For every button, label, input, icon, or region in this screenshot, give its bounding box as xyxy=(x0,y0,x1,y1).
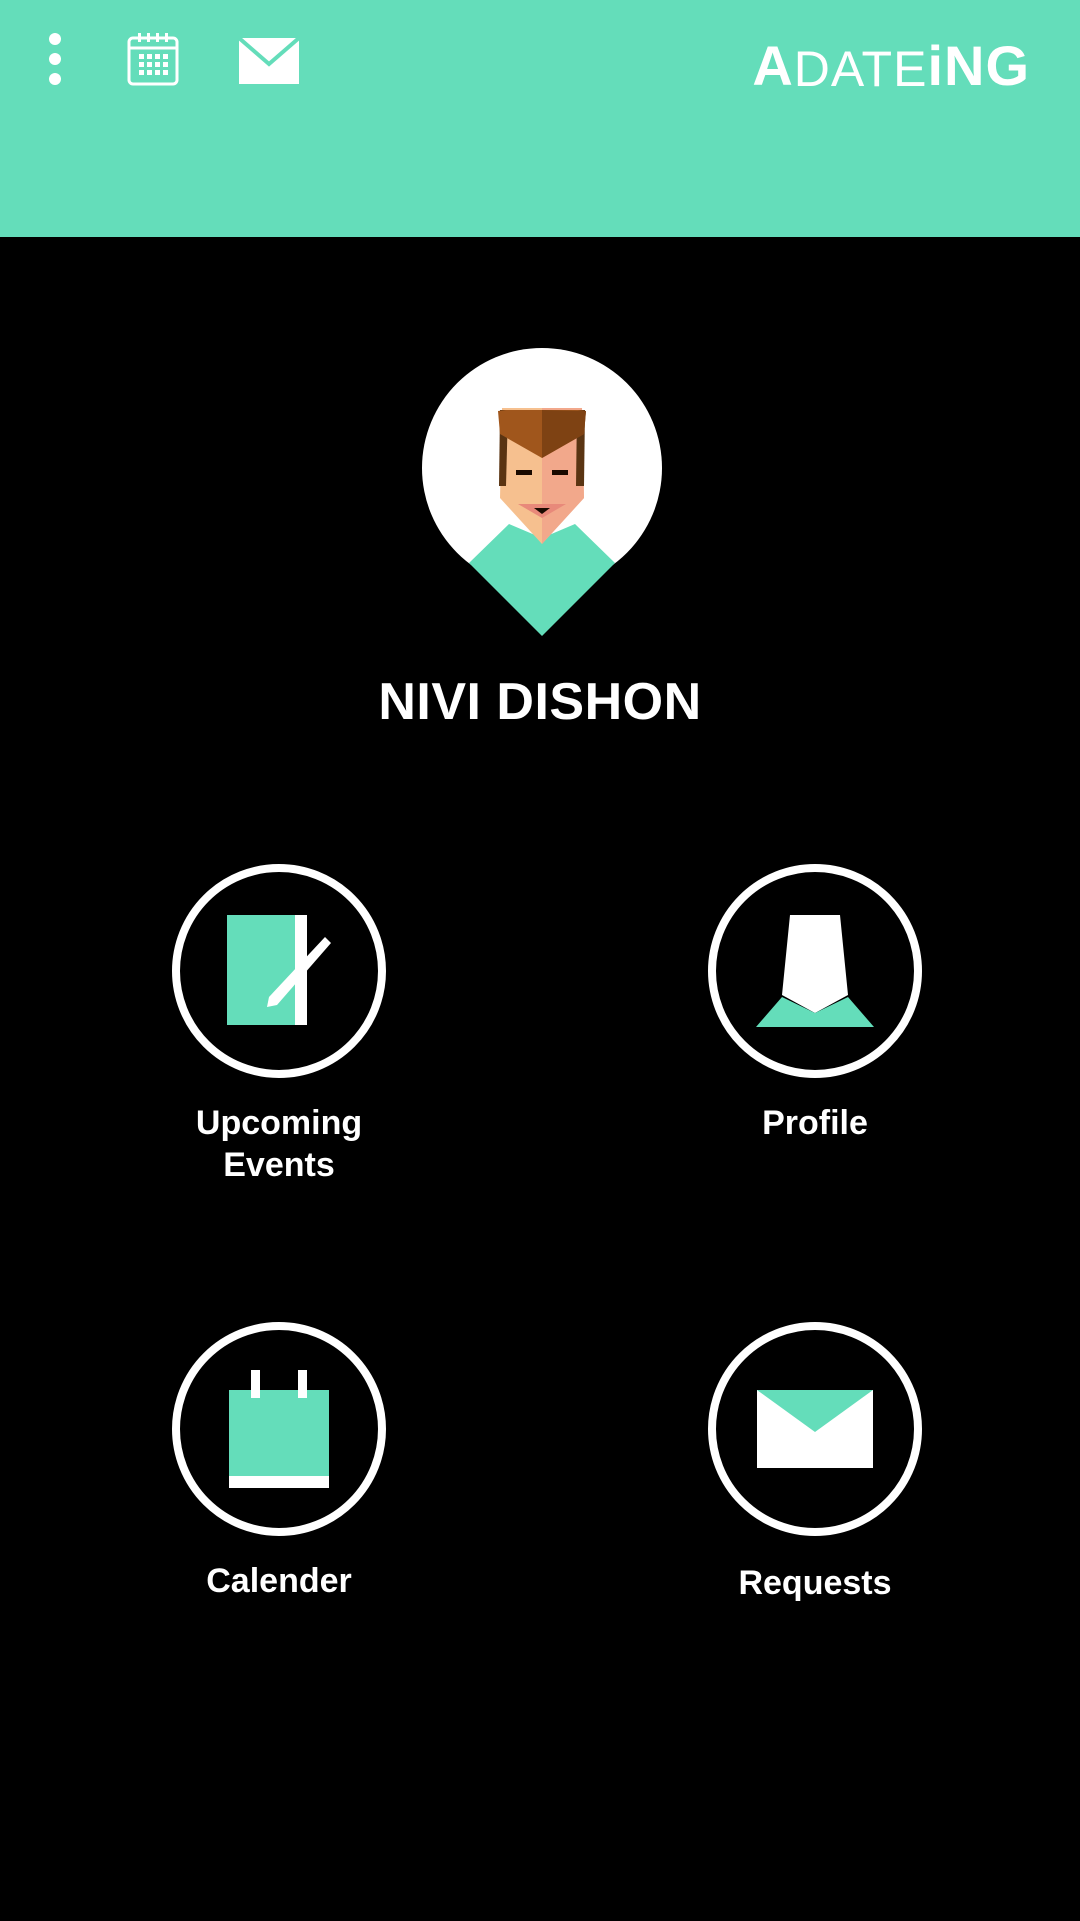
upcoming-events-ring xyxy=(172,864,386,1078)
more-vert-icon[interactable] xyxy=(44,32,66,86)
calender-label: Calender xyxy=(206,1562,352,1600)
logo-middle: DATE xyxy=(793,41,928,97)
calendar-icon xyxy=(229,1370,329,1488)
avatar[interactable] xyxy=(422,348,662,638)
requests-label: Requests xyxy=(738,1564,892,1602)
profile-button[interactable]: Profile xyxy=(705,864,925,1144)
mail-icon[interactable] xyxy=(237,36,301,84)
app-header: A DATE iNG xyxy=(0,0,1080,237)
calender-button[interactable]: Calender xyxy=(169,1322,389,1602)
app-logo: A DATE iNG xyxy=(752,24,1030,97)
calendar-icon[interactable] xyxy=(127,32,179,86)
upcoming-events-button[interactable]: Upcoming Events xyxy=(169,864,389,1186)
upcoming-events-label: Upcoming Events xyxy=(169,1102,389,1186)
user-name: NIVI DISHON xyxy=(378,673,702,731)
event-note-icon xyxy=(227,915,331,1025)
profile-label: Profile xyxy=(762,1104,868,1142)
mail-icon xyxy=(757,1390,873,1468)
requests-button[interactable]: Requests xyxy=(705,1322,925,1604)
upcoming-events-label-line2: Events xyxy=(223,1146,335,1184)
profile-icon xyxy=(756,915,874,1027)
logo-suffix: iNG xyxy=(927,34,1030,97)
upcoming-events-label-line1: Upcoming xyxy=(195,1104,363,1142)
requests-ring xyxy=(708,1322,922,1536)
logo-prefix: A xyxy=(752,34,794,97)
profile-ring xyxy=(708,864,922,1078)
calender-ring xyxy=(172,1322,386,1536)
